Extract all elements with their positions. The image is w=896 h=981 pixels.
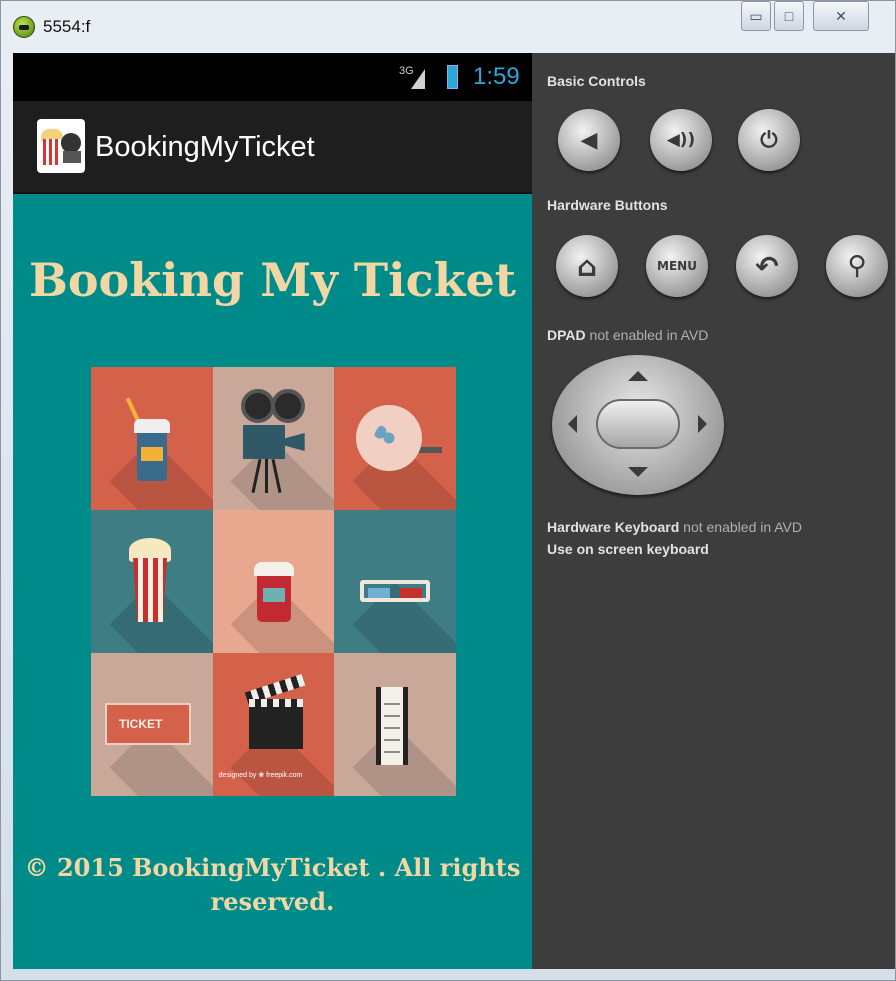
film-reel-icon xyxy=(334,367,456,510)
title-bar: 5554:f ▭ □ ✕ xyxy=(1,1,896,53)
search-icon: ⚲ xyxy=(847,251,867,281)
window-title: 5554:f xyxy=(43,17,91,36)
keyboard-hint: Use on screen keyboard xyxy=(547,541,709,557)
signal-icon xyxy=(411,69,425,89)
dpad-label-strong: DPAD xyxy=(547,327,586,343)
footer-line-2: reserved. xyxy=(210,887,335,916)
action-bar-title: BookingMyTicket xyxy=(95,131,315,163)
android-emulator-icon xyxy=(13,16,35,38)
window-controls: ▭ □ ✕ xyxy=(741,1,872,37)
back-button[interactable]: ↶ xyxy=(736,235,798,297)
volume-down-button[interactable]: ◀ xyxy=(558,109,620,171)
home-button[interactable]: ⌂ xyxy=(556,235,618,297)
back-arrow-icon: ↶ xyxy=(755,249,779,283)
maximize-button[interactable]: □ xyxy=(774,1,804,31)
dpad-control[interactable] xyxy=(552,355,724,495)
dpad-right-icon[interactable] xyxy=(698,415,707,433)
cinema-icons-grid: TICKET designed by ❀ freepik.com xyxy=(91,367,456,796)
keyboard-label-strong: Hardware Keyboard xyxy=(547,519,680,535)
drink-cup-icon xyxy=(91,367,213,510)
device-screen[interactable]: 3G 1:59 BookingMyTicket Booking My Ticke… xyxy=(13,53,532,969)
volume-up-icon: ◀)) xyxy=(666,130,696,150)
keyboard-label-rest: not enabled in AVD xyxy=(679,519,802,535)
minimize-button[interactable]: ▭ xyxy=(741,1,771,31)
basic-controls-label: Basic Controls xyxy=(547,73,646,89)
dpad-up-icon[interactable] xyxy=(628,371,648,381)
action-bar: BookingMyTicket xyxy=(13,101,532,194)
home-icon: ⌂ xyxy=(576,249,598,283)
dpad-down-icon[interactable] xyxy=(628,467,648,477)
popcorn-icon xyxy=(91,510,213,653)
ticket-label: TICKET xyxy=(119,717,163,731)
hardware-buttons-label: Hardware Buttons xyxy=(547,197,668,213)
menu-button[interactable]: MENU xyxy=(646,235,708,297)
dpad-center-button[interactable] xyxy=(596,399,680,449)
search-button[interactable]: ⚲ xyxy=(826,235,888,297)
copyright-footer: © 2015 BookingMyTicket . All rights rese… xyxy=(13,851,532,919)
battery-icon xyxy=(447,65,458,89)
volume-down-icon: ◀ xyxy=(580,127,598,153)
dpad-label-rest: not enabled in AVD xyxy=(585,327,709,343)
image-credit: designed by ❀ freepik.com xyxy=(218,772,303,779)
close-button[interactable]: ✕ xyxy=(813,1,869,31)
ticket-icon: TICKET xyxy=(91,653,213,796)
emulator-controls-panel: Basic Controls ◀ ◀)) ⏻ Hardware Buttons … xyxy=(532,53,895,969)
coffee-cup-icon xyxy=(212,510,335,653)
emulator-window: 5554:f ▭ □ ✕ 3G 1:59 BookingMyTicket Boo… xyxy=(0,0,896,981)
app-logo-icon xyxy=(37,119,85,173)
dpad-label: DPAD not enabled in AVD xyxy=(547,327,708,343)
film-strip-icon xyxy=(334,653,456,796)
app-heading: Booking My Ticket xyxy=(29,253,516,307)
clapperboard-icon: designed by ❀ freepik.com xyxy=(212,653,335,796)
status-bar: 3G 1:59 xyxy=(13,53,532,101)
menu-label: MENU xyxy=(657,259,697,273)
dpad-left-icon[interactable] xyxy=(568,415,577,433)
power-icon: ⏻ xyxy=(760,127,778,153)
keyboard-label: Hardware Keyboard not enabled in AVD xyxy=(547,519,802,535)
status-clock: 1:59 xyxy=(473,63,520,90)
volume-up-button[interactable]: ◀)) xyxy=(650,109,712,171)
3d-glasses-icon xyxy=(334,510,456,653)
film-projector-icon xyxy=(212,367,335,510)
footer-line-1: © 2015 BookingMyTicket . All rights xyxy=(24,853,521,882)
power-button[interactable]: ⏻ xyxy=(738,109,800,171)
